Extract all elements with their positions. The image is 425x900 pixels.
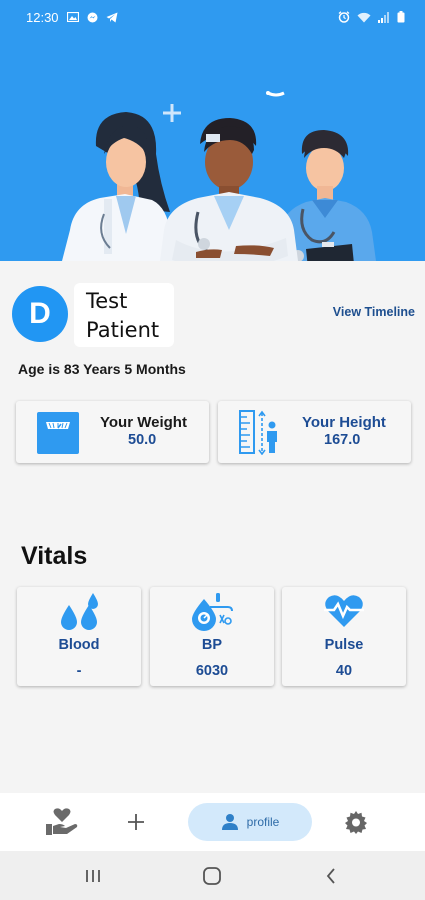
plus-icon bbox=[128, 814, 144, 830]
avatar: D bbox=[12, 286, 68, 342]
vital-card-bp[interactable]: BP 6030 bbox=[150, 587, 274, 686]
battery-icon bbox=[397, 11, 405, 23]
telegram-icon bbox=[106, 12, 118, 22]
patient-name-line2: Patient bbox=[86, 318, 160, 342]
patient-name: Test Patient bbox=[74, 283, 174, 347]
nav-care-button[interactable] bbox=[44, 803, 80, 841]
wifi-icon bbox=[357, 12, 371, 22]
height-measure-icon bbox=[239, 410, 277, 455]
height-title: Your Height bbox=[302, 414, 386, 431]
vital-label-pulse: Pulse bbox=[324, 637, 364, 653]
signal-icon bbox=[378, 11, 389, 23]
bottom-navigation: profile bbox=[0, 793, 425, 851]
weight-card[interactable]: Your Weight 50.0 bbox=[16, 401, 209, 463]
vital-label-blood: Blood bbox=[58, 637, 100, 653]
nav-profile-tab[interactable]: profile bbox=[188, 803, 312, 841]
messenger-icon bbox=[87, 12, 98, 22]
status-bar: 12:30 bbox=[0, 0, 425, 34]
status-time: 12:30 bbox=[26, 9, 59, 25]
vital-card-blood[interactable]: Blood - bbox=[17, 587, 141, 686]
vital-card-pulse[interactable]: Pulse 40 bbox=[282, 587, 406, 686]
height-card[interactable]: Your Height 167.0 bbox=[218, 401, 411, 463]
nav-profile-label: profile bbox=[246, 815, 280, 829]
alarm-icon bbox=[338, 11, 350, 23]
height-value: 167.0 bbox=[324, 432, 361, 448]
vital-value-bp: 6030 bbox=[195, 663, 229, 679]
vital-label-bp: BP bbox=[201, 637, 223, 653]
recent-apps-icon bbox=[86, 870, 100, 882]
vital-value-pulse: 40 bbox=[335, 663, 353, 679]
gear-icon bbox=[345, 811, 367, 834]
header-banner bbox=[0, 34, 425, 261]
patient-name-line1: Test bbox=[86, 289, 128, 313]
back-button[interactable] bbox=[320, 863, 342, 889]
vitals-heading: Vitals bbox=[21, 542, 88, 570]
avatar-initial: D bbox=[29, 297, 51, 330]
weight-value: 50.0 bbox=[128, 432, 157, 448]
doctors-illustration bbox=[62, 91, 376, 261]
nav-settings-button[interactable] bbox=[340, 803, 372, 841]
nav-add-button[interactable] bbox=[120, 803, 152, 841]
heart-pulse-icon bbox=[324, 595, 364, 627]
recent-apps-button[interactable] bbox=[82, 863, 104, 889]
hand-heart-icon bbox=[46, 808, 78, 835]
person-icon bbox=[221, 814, 238, 830]
blood-pressure-icon bbox=[192, 593, 233, 631]
home-icon bbox=[203, 867, 221, 885]
weighing-scale-icon bbox=[37, 412, 79, 454]
weight-title: Your Weight bbox=[100, 414, 187, 431]
back-icon bbox=[326, 868, 335, 884]
patient-age: Age is 83 Years 5 Months bbox=[18, 361, 186, 377]
blood-drops-icon bbox=[61, 593, 98, 630]
gallery-icon bbox=[66, 12, 79, 22]
home-button[interactable] bbox=[200, 863, 224, 889]
vital-value-blood: - bbox=[76, 663, 82, 679]
view-timeline-link[interactable]: View Timeline bbox=[333, 305, 415, 319]
system-navigation-bar bbox=[0, 851, 425, 900]
